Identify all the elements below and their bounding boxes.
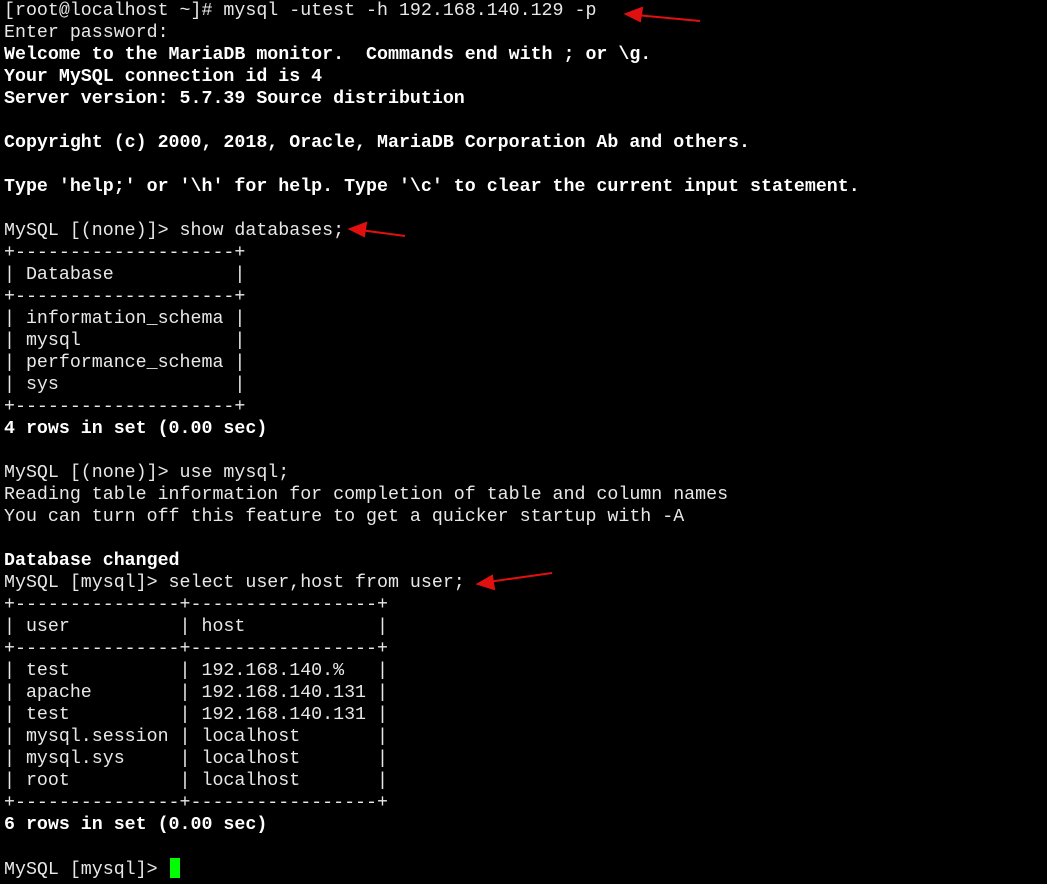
terminal-line-text: | root | localhost |	[4, 771, 388, 791]
terminal-line-text: | test | 192.168.140.131 |	[4, 705, 388, 725]
terminal-line: Copyright (c) 2000, 2018, Oracle, MariaD…	[4, 132, 860, 154]
terminal-line-text: | test | 192.168.140.% |	[4, 661, 388, 681]
terminal-line-text: You can turn off this feature to get a q…	[4, 507, 685, 527]
terminal-line-text: MySQL [(none)]> show databases;	[4, 221, 345, 241]
terminal-line-text: Enter password:	[4, 23, 169, 43]
terminal-line-text: | mysql.session | localhost |	[4, 727, 388, 747]
terminal-line-text: Server version: 5.7.39 Source distributi…	[4, 89, 465, 109]
terminal-line-text: | information_schema |	[4, 309, 246, 329]
terminal-line-text: Reading table information for completion…	[4, 485, 729, 505]
terminal-line-text: [root@localhost ~]# mysql -utest -h 192.…	[4, 1, 597, 21]
terminal-line: Welcome to the MariaDB monitor. Commands…	[4, 44, 860, 66]
terminal-line: MySQL [(none)]> show databases;	[4, 220, 860, 242]
terminal-line: | user | host |	[4, 616, 860, 638]
terminal-line: Database changed	[4, 550, 860, 572]
terminal-line-text: MySQL [(none)]> use mysql;	[4, 463, 290, 483]
terminal-line: | information_schema |	[4, 308, 860, 330]
terminal-line-text: +--------------------+	[4, 397, 246, 417]
terminal-line-text: | apache | 192.168.140.131 |	[4, 683, 388, 703]
terminal-line: Your MySQL connection id is 4	[4, 66, 860, 88]
terminal-line-text: +---------------+-----------------+	[4, 639, 388, 659]
terminal-line-text: Welcome to the MariaDB monitor. Commands…	[4, 45, 652, 65]
terminal-line: | Database |	[4, 264, 860, 286]
terminal-line: +---------------+-----------------+	[4, 638, 860, 660]
terminal-line: MySQL [(none)]> use mysql;	[4, 462, 860, 484]
terminal-line: +---------------+-----------------+	[4, 792, 860, 814]
terminal-line-text: | Database |	[4, 265, 246, 285]
terminal-line-text: Database changed	[4, 551, 180, 571]
terminal-line: +---------------+-----------------+	[4, 594, 860, 616]
terminal-line: | mysql.sys | localhost |	[4, 748, 860, 770]
terminal-line-text: MySQL [mysql]>	[4, 860, 169, 880]
terminal-line: 4 rows in set (0.00 sec)	[4, 418, 860, 440]
terminal-line: +--------------------+	[4, 242, 860, 264]
terminal-line: Reading table information for completion…	[4, 484, 860, 506]
terminal-line-text: | sys |	[4, 375, 246, 395]
terminal-line: | test | 192.168.140.131 |	[4, 704, 860, 726]
terminal-line-text: +--------------------+	[4, 243, 246, 263]
terminal-line: 6 rows in set (0.00 sec)	[4, 814, 860, 836]
terminal-line: | root | localhost |	[4, 770, 860, 792]
terminal-line-text: +---------------+-----------------+	[4, 595, 388, 615]
terminal-line: | sys |	[4, 374, 860, 396]
terminal-line-text: Your MySQL connection id is 4	[4, 67, 323, 87]
terminal-line-text: +---------------+-----------------+	[4, 793, 388, 813]
terminal-line-text: | mysql |	[4, 331, 246, 351]
terminal-line-text: | user | host |	[4, 617, 388, 637]
terminal-line: | performance_schema |	[4, 352, 860, 374]
terminal-line-text: 6 rows in set (0.00 sec)	[4, 815, 268, 835]
terminal-line: Server version: 5.7.39 Source distributi…	[4, 88, 860, 110]
terminal-line: | mysql.session | localhost |	[4, 726, 860, 748]
terminal-line: | test | 192.168.140.% |	[4, 660, 860, 682]
terminal-output[interactable]: [root@localhost ~]# mysql -utest -h 192.…	[4, 0, 860, 880]
terminal-line-text: Copyright (c) 2000, 2018, Oracle, MariaD…	[4, 133, 750, 153]
terminal-line: +--------------------+	[4, 286, 860, 308]
terminal-line: | mysql |	[4, 330, 860, 352]
terminal-line: You can turn off this feature to get a q…	[4, 506, 860, 528]
terminal-line-text: | mysql.sys | localhost |	[4, 749, 388, 769]
terminal-line: [root@localhost ~]# mysql -utest -h 192.…	[4, 0, 860, 22]
terminal-line-text: MySQL [mysql]> select user,host from use…	[4, 573, 465, 593]
terminal-line-text: Type 'help;' or '\h' for help. Type '\c'…	[4, 177, 860, 197]
terminal-line-text: +--------------------+	[4, 287, 246, 307]
terminal-line: +--------------------+	[4, 396, 860, 418]
terminal-line: MySQL [mysql]>	[4, 858, 860, 880]
terminal-line: Type 'help;' or '\h' for help. Type '\c'…	[4, 176, 860, 198]
terminal-line: | apache | 192.168.140.131 |	[4, 682, 860, 704]
cursor	[169, 858, 180, 878]
terminal-line: Enter password:	[4, 22, 860, 44]
terminal-line: MySQL [mysql]> select user,host from use…	[4, 572, 860, 594]
terminal-line-text: | performance_schema |	[4, 353, 246, 373]
terminal-line-text: 4 rows in set (0.00 sec)	[4, 419, 268, 439]
